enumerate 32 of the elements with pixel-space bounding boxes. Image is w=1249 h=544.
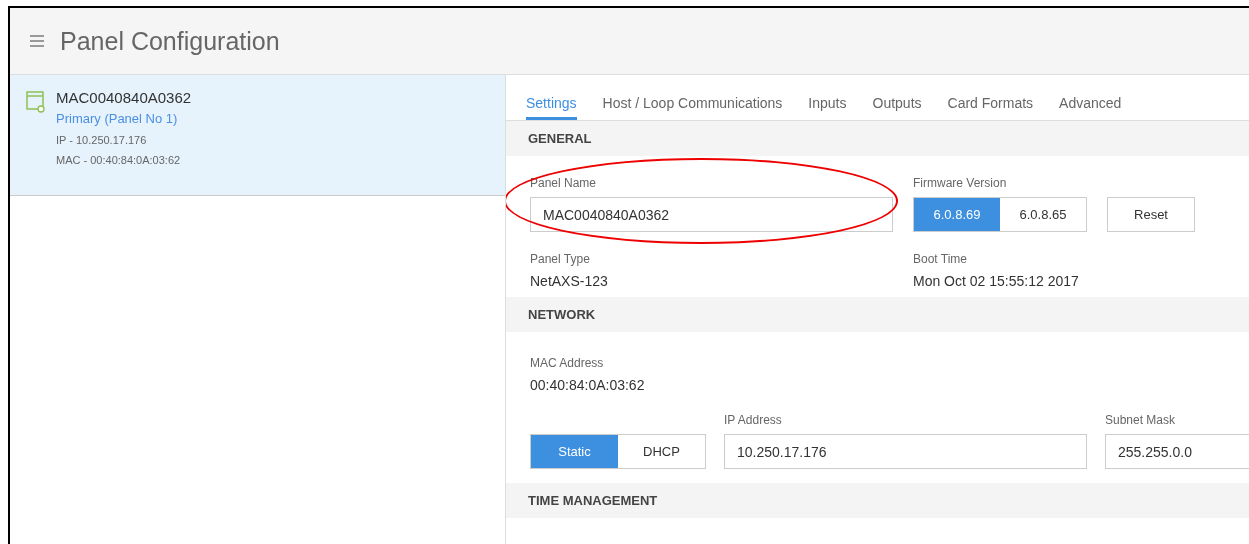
panel-ip: IP - 10.250.17.176 [56, 134, 148, 146]
section-header: GENERAL [506, 121, 1249, 156]
tab[interactable]: Advanced [1059, 75, 1122, 120]
tab[interactable]: Card Formats [947, 75, 1034, 120]
field-label: Panel Type [530, 252, 591, 266]
addressing-option[interactable]: Static [531, 435, 618, 468]
page-title: Panel Configuration [60, 26, 280, 56]
panel-name-field[interactable]: MAC0040840A0362 [530, 197, 893, 232]
panel-role: Primary (Panel No 1) [56, 111, 179, 126]
firmware-option[interactable]: 6.0.8.69 [914, 198, 1000, 231]
tab[interactable]: Inputs [808, 75, 847, 120]
field-label: IP Address [724, 413, 783, 427]
field-label: MAC Address [530, 356, 605, 370]
panel-type-value: NetAXS-123 [530, 273, 609, 289]
field-label: Subnet Mask [1105, 413, 1177, 427]
reset-button[interactable]: Reset [1107, 197, 1195, 232]
ip-address-field[interactable]: 10.250.17.176 [724, 434, 1087, 469]
tab[interactable]: Host / Loop Communications [602, 75, 783, 120]
panel-name: MAC0040840A0362 [56, 89, 192, 106]
mac-address-value: 00:40:84:0A:03:62 [530, 377, 646, 393]
field-label: Firmware Version [913, 176, 1008, 190]
field-label: Panel Name [530, 176, 598, 190]
section-header: NETWORK [506, 297, 1249, 332]
field-label: Boot Time [913, 252, 969, 266]
subnet-mask-field[interactable]: 255.255.0.0 [1105, 434, 1249, 469]
panel-settings-icon [26, 91, 46, 113]
menu-icon[interactable] [30, 35, 44, 47]
boot-time-value: Mon Oct 02 15:55:12 2017 [913, 273, 1079, 289]
tab[interactable]: Outputs [872, 75, 922, 120]
section-header: TIME MANAGEMENT [506, 483, 1249, 518]
panel-mac: MAC - 00:40:84:0A:03:62 [56, 154, 182, 166]
panel-list-item[interactable]: MAC0040840A0362 Primary (Panel No 1) IP - 10.250.17.176 MAC - 00:40:84:0A:03:62 [10, 75, 505, 196]
